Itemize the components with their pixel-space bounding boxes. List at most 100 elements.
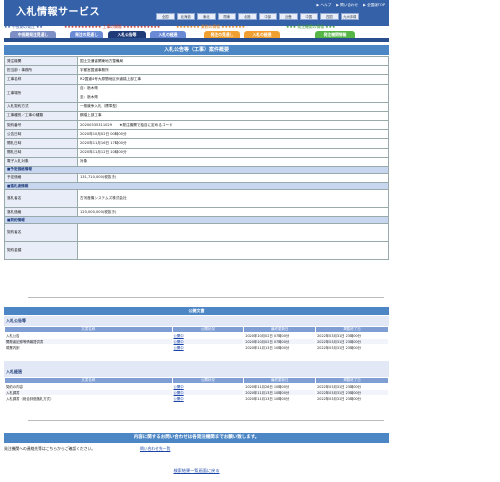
- tab-underline: [4, 38, 389, 42]
- region-kyushu[interactable]: 九州沖縄: [340, 13, 359, 20]
- region-kanto[interactable]: 関東: [217, 13, 236, 20]
- info-row: 落札価格 120,000,000(税抜き): [4, 207, 389, 218]
- contact-link-top[interactable]: ▶ 問い合わせ: [336, 3, 358, 8]
- docs-group-progress: 入札経過: [4, 361, 389, 377]
- nav-group-longterm: ★★ 中長期の発注 ★★: [4, 23, 43, 29]
- section-contract: ■契約情報: [4, 216, 389, 225]
- info-value: 2020年11月16日 17時00分: [77, 138, 389, 149]
- docs-table-progress: 文書名称 公開状況 最終更新日 掲載終了日 契約の内容 公開中 2020年11月26…: [4, 377, 389, 402]
- info-value: 古河産機システムズ株式会社: [77, 189, 389, 209]
- info-key: 工事場所: [4, 83, 78, 103]
- info-row: 落札者名 古河産機システムズ株式会社: [4, 189, 389, 209]
- section-header: ■落札者情報: [4, 182, 389, 191]
- section-header: ■契約情報: [4, 216, 389, 225]
- tab-agency-info[interactable]: 発注機関情報: [315, 31, 355, 38]
- info-key: 開札日時: [4, 138, 78, 149]
- top-links: ▶ ヘルプ ▶ 問い合わせ ▶ 全国版TOP: [317, 3, 385, 8]
- tab-construction-outlook[interactable]: 発注の見通し: [70, 31, 103, 38]
- back-to-results-link[interactable]: 検索結果一覧画面に戻る: [0, 468, 393, 474]
- info-value: 国土交通省関東地方整備局: [77, 55, 389, 67]
- doc-end: 2022年03月31日 23時00分: [315, 344, 389, 351]
- info-key: 発注機関: [4, 55, 78, 67]
- contact-banner: 内容に関するお問い合わせは各発注機関までお願い致します。: [4, 433, 389, 443]
- nav-group-services: ★★★★★★★ 業務の情報 ★★★★★★★: [176, 23, 246, 29]
- info-value: 一般競争入札（標準型）: [77, 101, 389, 112]
- region-tohoku[interactable]: 東北: [197, 13, 216, 20]
- docs-group-title: 入札経過: [6, 369, 22, 374]
- divider: [28, 297, 384, 298]
- info-key: 予定価格: [4, 172, 78, 184]
- contact-list-link[interactable]: 問い合わせ先一覧: [140, 446, 170, 452]
- doc-name: 入札調書（総合評価落札方式）: [4, 395, 173, 402]
- region-zenkoku[interactable]: 全国: [156, 13, 175, 20]
- region-shikoku[interactable]: 四国: [320, 13, 339, 20]
- info-key: 電子入札対象: [4, 156, 78, 167]
- info-row: 契約番号 20200335311029 ★発注機関で独自に定めるコード: [4, 119, 389, 131]
- docs-header: 公開文書: [4, 307, 389, 315]
- info-row: 発注機関 国土交通省関東地方整備局: [4, 55, 389, 67]
- info-key: 契約番号: [4, 119, 78, 131]
- info-key: 開札日時: [4, 147, 78, 158]
- info-value: R2国道4号大原間地区歩道橋上部工事: [77, 74, 389, 85]
- docs-group-notice: 入札公告等: [4, 316, 389, 326]
- region-chubu[interactable]: 中部: [258, 13, 277, 20]
- info-key: 契約者名: [4, 223, 78, 243]
- section-header: ■予定価格情報: [4, 165, 389, 174]
- contact-note: 発注機関への連絡先等はこちらからご確認ください。: [4, 446, 96, 451]
- contact-row: 発注機関への連絡先等はこちらからご確認ください。 問い合わせ先一覧: [4, 446, 389, 453]
- info-value: 対象: [77, 156, 389, 167]
- info-key: 落札価格: [4, 207, 78, 218]
- info-value: [77, 241, 389, 261]
- info-value: 20200335311029 ★発注機関で独自に定めるコード: [77, 119, 389, 131]
- summary-table: 発注機関 国土交通省関東地方整備局 担当部・事務所 宇都宮国道事務所 工事名称 R2国…: [4, 55, 389, 261]
- info-row: 開札日時 2020年11月12日 10時00分: [4, 147, 389, 158]
- info-row: 入札契約方式 一般競争入札（標準型）: [4, 101, 389, 112]
- tab-services-progress[interactable]: 入札の経過: [244, 31, 280, 38]
- doc-end: 2022年03月31日 23時00分: [315, 395, 389, 402]
- info-row: 工事名称 R2国道4号大原間地区歩道橋上部工事: [4, 74, 389, 85]
- info-row: 予定価格 131,710,000(税抜き): [4, 172, 389, 184]
- section-estimate: ■予定価格情報: [4, 165, 389, 174]
- info-row: 工事場所 自：栃木県 至：栃木県: [4, 83, 389, 103]
- region-hokkaido[interactable]: 北海道: [176, 13, 195, 20]
- help-link[interactable]: ▶ ヘルプ: [317, 3, 332, 8]
- region-kinki[interactable]: 近畿: [279, 13, 298, 20]
- tab-construction-progress[interactable]: 入札の経過: [150, 31, 186, 38]
- tab-construction-notice[interactable]: 入札公告等: [108, 31, 146, 38]
- doc-updated: 2020年11月13日 10時00分: [243, 344, 317, 351]
- info-value: 鋼橋上部工事: [77, 110, 389, 121]
- section-award: ■落札者情報: [4, 182, 389, 191]
- info-value: 131,710,000(税抜き): [77, 172, 389, 184]
- region-chugoku[interactable]: 中国: [299, 13, 318, 20]
- info-key: 落札者名: [4, 189, 78, 209]
- docs-group-title: 入札公告等: [6, 318, 26, 323]
- info-key: 工事名称: [4, 74, 78, 85]
- divider: [28, 420, 384, 421]
- info-row: 電子入札対象 対象: [4, 156, 389, 167]
- table-row: 現業内訳 公開中 2020年11月13日 10時00分 2022年03月31日 23時…: [4, 344, 389, 351]
- doc-updated: 2020年11月13日 10時00分: [243, 395, 317, 402]
- doc-status-link[interactable]: 公開中: [171, 344, 245, 351]
- info-key: 担当部・事務所: [4, 65, 78, 76]
- info-value: 120,000,000(税抜き): [77, 207, 389, 218]
- tab-services-outlook[interactable]: 発注の見通し: [204, 31, 240, 38]
- national-top-link[interactable]: ▶ 全国版TOP: [363, 3, 385, 8]
- info-row: 契約者名: [4, 223, 389, 243]
- location-from: 自：栃木県: [80, 86, 98, 91]
- tab-longterm-outlook[interactable]: 中長期発注見通し: [10, 31, 56, 38]
- nav-group-construction: ★★★★★★★★★★★ 工事の情報 ★★★★★★★★★★★: [64, 23, 161, 29]
- info-row: 担当部・事務所 宇都宮国道事務所: [4, 65, 389, 76]
- doc-name: 現業内訳: [4, 344, 173, 351]
- info-value: 2020年10月02日 00時00分: [77, 129, 389, 140]
- info-value: 2020年11月12日 10時00分: [77, 147, 389, 158]
- doc-status-link[interactable]: 公開中: [171, 395, 245, 402]
- docs-table-notice: 文書名称 公開状況 最終更新日 掲載終了日 入札公告 公開中 2020年10月02日…: [4, 326, 389, 351]
- region-hokuriku[interactable]: 北陸: [238, 13, 257, 20]
- info-value: [77, 223, 389, 243]
- info-key: 契約金額: [4, 241, 78, 261]
- info-key: 公告日時: [4, 129, 78, 140]
- site-brand: 入札情報サービス: [16, 7, 100, 18]
- page-title: 入札公告等（工事）案件概要: [4, 45, 389, 55]
- table-row: 入札調書（総合評価落札方式） 公開中 2020年11月13日 10時00分 2022年…: [4, 395, 389, 402]
- info-value: 宇都宮国道事務所: [77, 65, 389, 76]
